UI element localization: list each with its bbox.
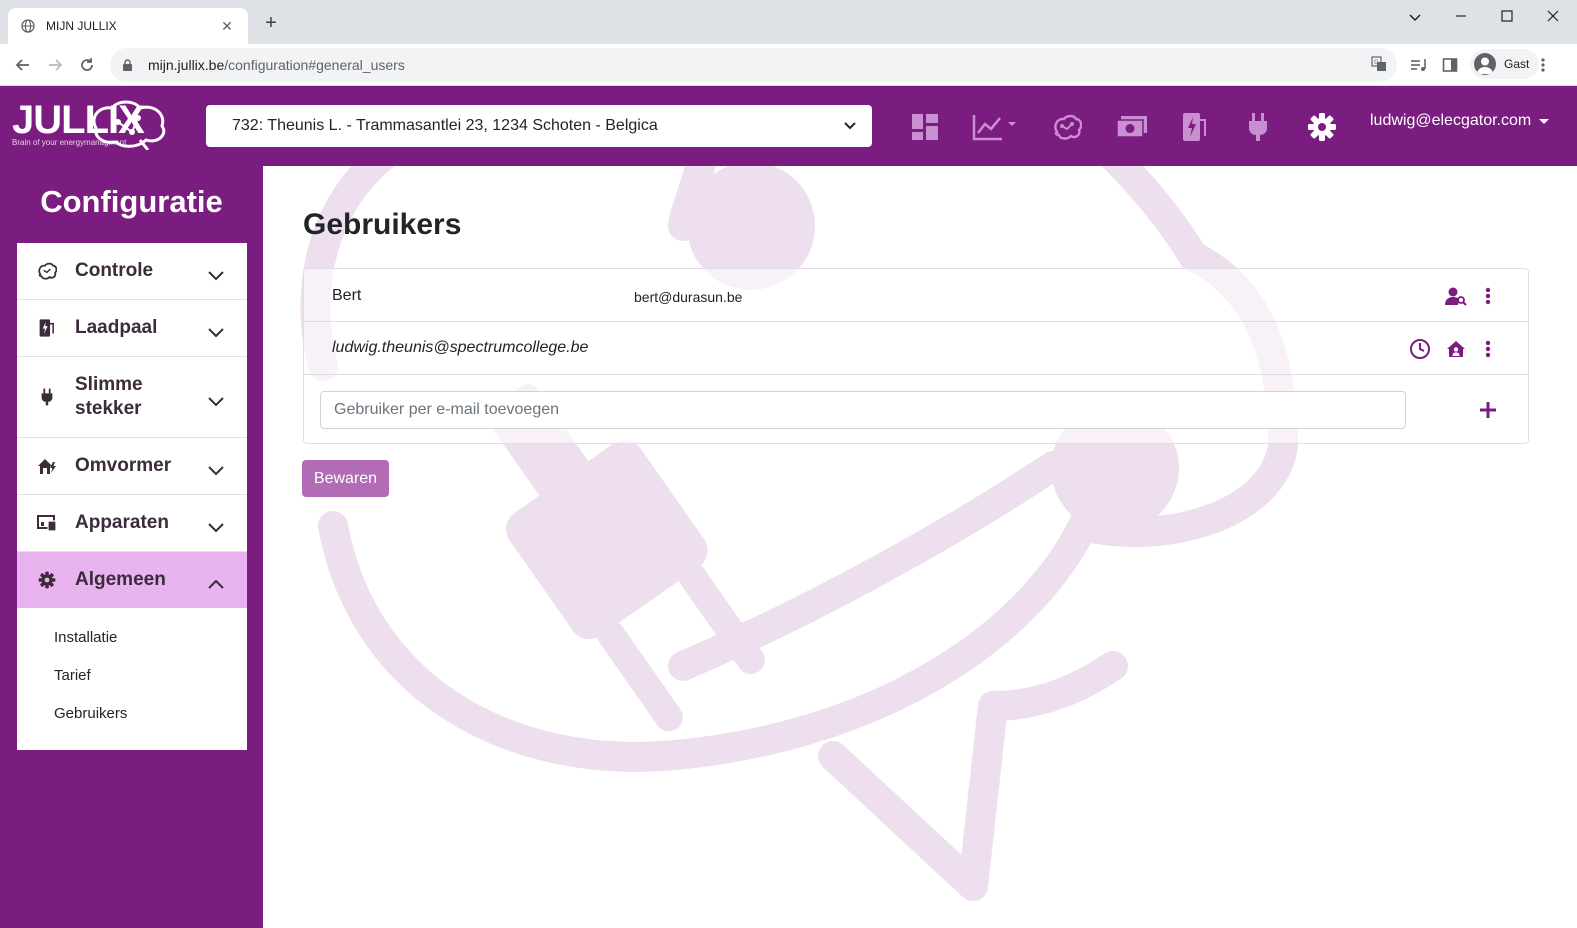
svg-text:G: G <box>1374 59 1379 66</box>
user-menu[interactable]: ludwig@elecgator.com <box>1370 112 1550 130</box>
user-email: ludwig@elecgator.com <box>1370 112 1532 129</box>
plug-icon[interactable] <box>1240 110 1276 144</box>
sidebar-subitem-tarief[interactable]: Tarief <box>54 664 247 702</box>
chevron-up-icon <box>207 574 225 596</box>
sidebar-item-apparaten[interactable]: Apparaten <box>17 495 247 552</box>
dashboard-icon[interactable] <box>907 110 943 144</box>
page-title: Gebruikers <box>303 208 462 241</box>
site-select[interactable]: 732: Theunis L. - Trammasantlei 23, 1234… <box>206 105 872 147</box>
sidebar: Configuratie Controle Laadpaal Slimme st… <box>0 166 263 928</box>
plug-icon <box>37 388 57 406</box>
browser-tab[interactable]: MIJN JULLIX ✕ <box>8 8 248 44</box>
chevron-down-icon <box>207 322 225 344</box>
window-close-icon[interactable] <box>1530 4 1576 32</box>
sidebar-subitem-gebruikers[interactable]: Gebruikers <box>54 702 247 740</box>
sidebar-item-label: Slimme stekker <box>75 374 143 419</box>
translate-icon[interactable]: G <box>1371 56 1387 77</box>
media-icon[interactable] <box>1410 52 1428 78</box>
tab-title: MIJN JULLIX <box>46 19 117 33</box>
tab-close-icon[interactable]: ✕ <box>218 18 236 35</box>
more-vertical-icon[interactable] <box>1476 337 1500 361</box>
address-bar[interactable]: mijn.jullix.be/configuration#general_use… <box>110 48 1397 82</box>
maximize-icon[interactable] <box>1484 4 1530 32</box>
new-tab-icon[interactable]: + <box>260 12 282 34</box>
user-email: bert@durasun.be <box>634 289 743 305</box>
chart-icon[interactable] <box>970 110 1020 144</box>
url-host: mijn.jullix.be <box>148 57 225 73</box>
jullix-logo[interactable]: JULLIX Brain of your energymanagment <box>12 100 166 150</box>
sidebar-item-label: Algemeen <box>75 569 166 590</box>
gear-icon[interactable] <box>1304 110 1340 144</box>
user-row: ludwig.theunis@spectrumcollege.be <box>304 322 1528 375</box>
sidebar-item-label: Omvormer <box>75 455 172 476</box>
side-panel-icon[interactable] <box>1442 52 1458 78</box>
sidebar-item-algemeen[interactable]: Algemeen <box>17 552 247 608</box>
app-header: JULLIX Brain of your energymanagment 732… <box>0 86 1577 166</box>
add-user-email-input[interactable] <box>320 391 1406 429</box>
profile-button[interactable]: Gast <box>1470 49 1540 79</box>
sidebar-item-laadpaal[interactable]: Laadpaal <box>17 300 247 357</box>
money-icon[interactable] <box>1114 110 1150 144</box>
logo-brain-icon <box>92 100 166 150</box>
sidebar-title: Configuratie <box>40 184 223 219</box>
browser-toolbar: mijn.jullix.be/configuration#general_use… <box>0 44 1577 86</box>
brain-icon <box>37 262 57 280</box>
profile-label: Gast <box>1504 57 1530 71</box>
globe-icon <box>20 18 36 34</box>
sidebar-item-omvormer[interactable]: Omvormer <box>17 438 247 495</box>
back-icon[interactable] <box>10 52 36 78</box>
chevron-down-icon <box>207 391 225 413</box>
charger-icon <box>37 318 57 338</box>
clock-icon[interactable] <box>1408 337 1432 361</box>
user-name: Bert <box>332 287 362 304</box>
gear-icon <box>37 571 57 589</box>
add-user-plus-icon[interactable] <box>1476 398 1500 422</box>
forward-icon[interactable] <box>42 52 68 78</box>
devices-icon <box>37 515 57 531</box>
chevron-down-icon <box>842 117 858 138</box>
sidebar-item-label: Controle <box>75 260 154 281</box>
browser-tabbar: MIJN JULLIX ✕ + <box>0 0 1577 44</box>
sidebar-item-label: Apparaten <box>75 512 169 533</box>
solar-house-icon <box>37 457 57 475</box>
tab-search-icon[interactable] <box>1392 4 1438 32</box>
sidebar-menu: Controle Laadpaal Slimme stekker Omvorme… <box>17 243 247 750</box>
sidebar-submenu: Installatie Tarief Gebruikers <box>17 608 247 750</box>
minimize-icon[interactable] <box>1438 4 1484 32</box>
reload-icon[interactable] <box>74 52 100 78</box>
sidebar-item-label: Laadpaal <box>75 317 158 338</box>
save-button[interactable]: Bewaren <box>302 460 389 497</box>
user-row: Bert bert@durasun.be <box>304 269 1528 322</box>
avatar-icon <box>1474 53 1496 75</box>
chevron-down-icon <box>207 460 225 482</box>
more-vertical-icon[interactable] <box>1476 284 1500 308</box>
users-list: Bert bert@durasun.be ludwig.theunis@spec… <box>303 268 1529 444</box>
brain-icon[interactable] <box>1049 110 1085 144</box>
charger-icon[interactable] <box>1177 110 1213 144</box>
lock-icon <box>122 58 136 72</box>
main-content: Gebruikers Bert bert@durasun.be ludwig.t… <box>263 166 1577 928</box>
home-user-icon[interactable] <box>1444 337 1468 361</box>
chevron-down-icon <box>207 265 225 287</box>
chevron-down-icon <box>207 517 225 539</box>
caret-down-icon <box>1539 118 1550 124</box>
user-search-icon[interactable] <box>1444 284 1468 308</box>
browser-menu-icon[interactable] <box>1540 52 1546 78</box>
sidebar-subitem-installatie[interactable]: Installatie <box>54 626 247 664</box>
sidebar-item-controle[interactable]: Controle <box>17 243 247 300</box>
site-select-value: 732: Theunis L. - Trammasantlei 23, 1234… <box>232 117 658 134</box>
sidebar-item-slimme-stekker[interactable]: Slimme stekker <box>17 357 247 438</box>
url-path: /configuration#general_users <box>224 57 405 73</box>
user-email-italic: ludwig.theunis@spectrumcollege.be <box>332 339 589 356</box>
